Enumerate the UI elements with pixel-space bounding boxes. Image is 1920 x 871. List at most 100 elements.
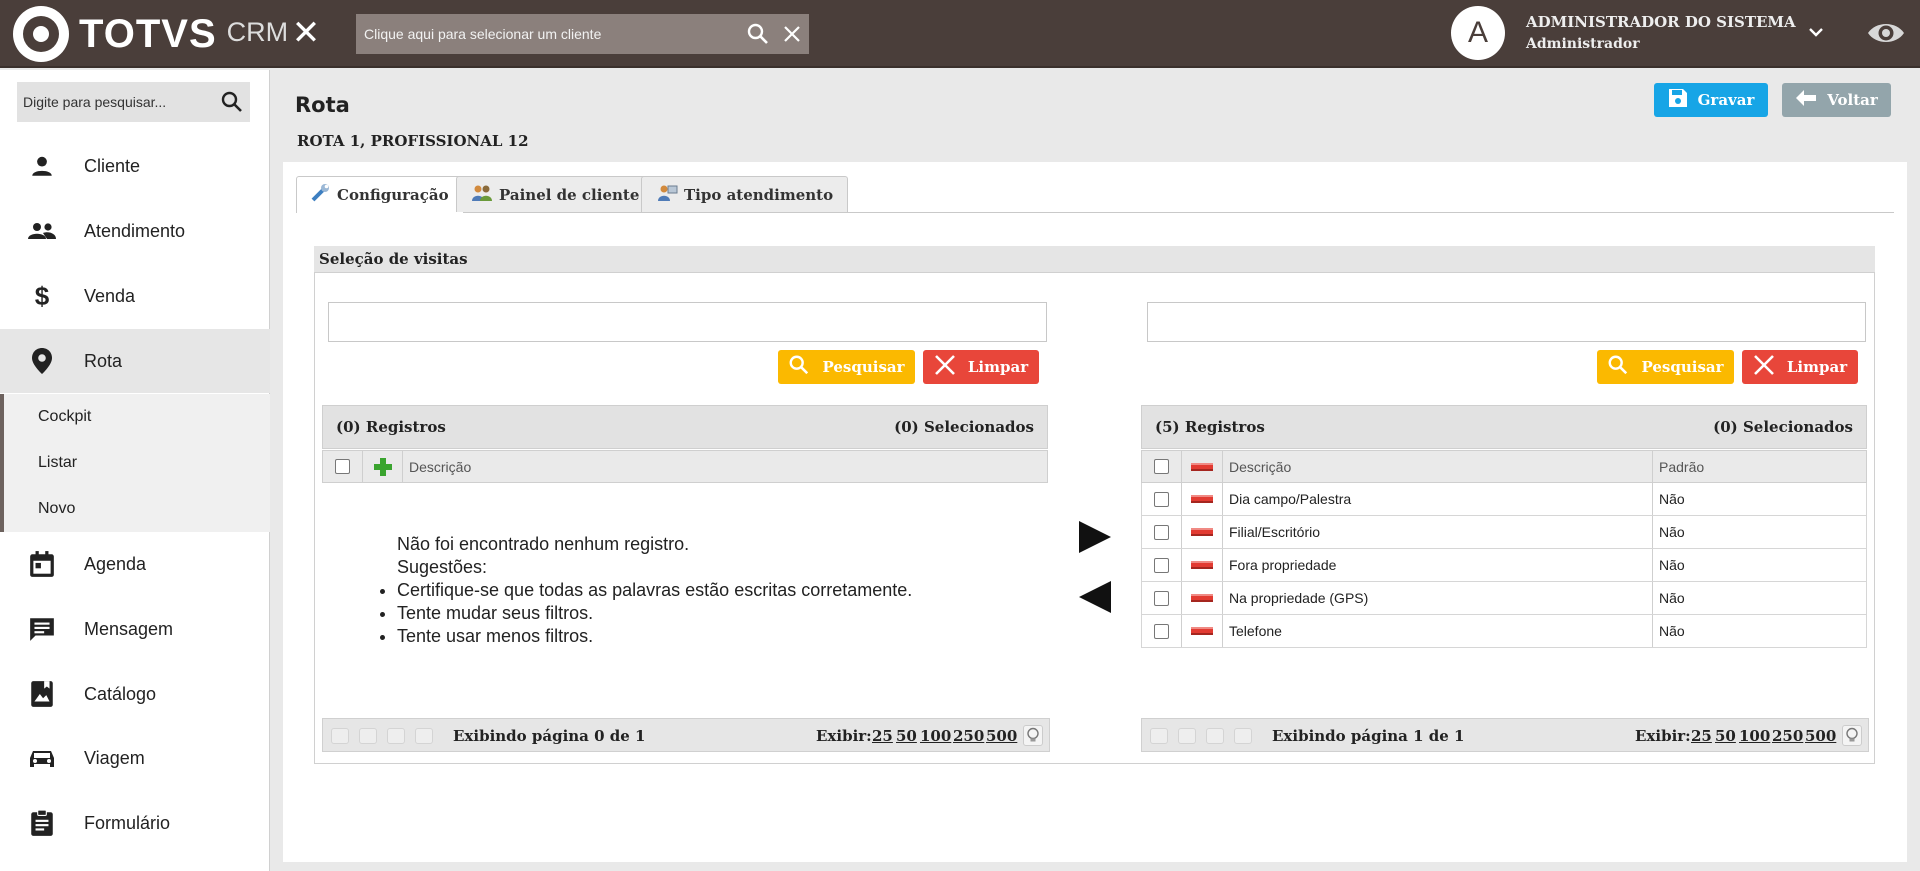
sidebar-item-rota[interactable]: Rota xyxy=(0,329,270,393)
right-search-button[interactable]: Pesquisar xyxy=(1597,350,1734,384)
page-size-25[interactable]: 25 xyxy=(872,727,893,745)
column-descricao[interactable]: Descrição xyxy=(403,451,1049,482)
service-icon xyxy=(656,184,678,206)
left-filter-input[interactable] xyxy=(328,302,1047,342)
sidebar-item-label: Rota xyxy=(84,350,123,371)
table-row[interactable]: Filial/Escritório Não xyxy=(1141,516,1867,549)
row-checkbox[interactable] xyxy=(1154,524,1169,540)
save-icon xyxy=(1668,88,1688,112)
next-page-button[interactable] xyxy=(1206,728,1224,744)
eye-icon[interactable] xyxy=(1866,16,1906,50)
row-checkbox-cell xyxy=(1142,516,1182,548)
right-clear-button[interactable]: Limpar xyxy=(1742,350,1858,384)
message-icon xyxy=(0,616,84,642)
sidebar-item-formulario[interactable]: Formulário xyxy=(0,791,270,855)
top-bar: TOTVS CRM ✕ A ADMINISTRADOR DO SISTEMA A… xyxy=(0,0,1920,68)
dollar-icon: $ xyxy=(34,280,50,311)
column-descricao[interactable]: Descrição xyxy=(1223,451,1653,482)
table-row[interactable]: Fora propriedade Não xyxy=(1141,549,1867,582)
remove-icon[interactable] xyxy=(1191,495,1213,503)
first-page-button[interactable] xyxy=(1150,728,1168,744)
search-icon[interactable] xyxy=(741,14,775,54)
remove-icon[interactable] xyxy=(1191,561,1213,569)
row-padrao: Não xyxy=(1659,524,1685,540)
prev-page-button[interactable] xyxy=(359,728,377,744)
sidebar-item-atendimento[interactable]: Atendimento xyxy=(0,199,270,263)
remove-icon[interactable] xyxy=(1191,528,1213,536)
move-right-arrow-icon[interactable] xyxy=(1078,520,1112,558)
totvs-logo[interactable]: TOTVS CRM xyxy=(13,6,288,62)
table-row[interactable]: Na propriedade (GPS) Não xyxy=(1141,582,1867,615)
table-row[interactable]: Telefone Não xyxy=(1141,615,1867,648)
right-column-header: Descrição Padrão xyxy=(1141,450,1867,483)
page-title: Rota xyxy=(295,93,350,117)
submenu-item-listar[interactable]: Listar xyxy=(38,454,77,472)
page-size-100[interactable]: 100 xyxy=(920,727,951,745)
tab-divider xyxy=(296,212,1894,213)
lightbulb-icon[interactable] xyxy=(1023,725,1043,746)
client-search-box xyxy=(356,14,809,54)
sidebar-item-cliente[interactable]: Cliente xyxy=(0,134,270,198)
right-filter-input[interactable] xyxy=(1147,302,1866,342)
right-grid-header: (5) Registros (0) Selecionados xyxy=(1141,405,1867,449)
move-left-arrow-icon[interactable] xyxy=(1078,580,1112,618)
left-selected-count: (0) Selecionados xyxy=(894,418,1034,436)
suggestion-item: Tente mudar seus filtros. xyxy=(397,602,912,625)
remove-icon[interactable] xyxy=(1191,594,1213,602)
page-size-250[interactable]: 250 xyxy=(953,727,984,745)
sidebar-item-mensagem[interactable]: Mensagem xyxy=(0,597,270,661)
close-menu-icon[interactable]: ✕ xyxy=(290,16,322,50)
row-checkbox[interactable] xyxy=(1154,491,1169,507)
row-remove-cell xyxy=(1182,483,1223,515)
table-row[interactable]: Dia campo/Palestra Não xyxy=(1141,483,1867,516)
sidebar-item-label: Catálogo xyxy=(84,683,157,704)
avatar[interactable]: A xyxy=(1451,6,1505,60)
first-page-button[interactable] xyxy=(331,728,349,744)
next-page-button[interactable] xyxy=(387,728,405,744)
client-search-input[interactable] xyxy=(356,14,741,54)
sidebar-search-input[interactable] xyxy=(17,82,214,122)
remove-all-icon[interactable] xyxy=(1191,462,1213,471)
row-checkbox[interactable] xyxy=(1154,623,1169,639)
page-size-50[interactable]: 50 xyxy=(896,727,917,745)
left-clear-button[interactable]: Limpar xyxy=(923,350,1039,384)
row-checkbox[interactable] xyxy=(1154,557,1169,573)
page-size-50[interactable]: 50 xyxy=(1715,727,1736,745)
close-icon xyxy=(1753,354,1775,380)
page-size-25[interactable]: 25 xyxy=(1691,727,1712,745)
submenu-item-novo[interactable]: Novo xyxy=(38,500,75,518)
add-all-icon[interactable] xyxy=(373,457,393,477)
search-icon[interactable] xyxy=(214,90,250,114)
submenu-item-cockpit[interactable]: Cockpit xyxy=(38,408,91,426)
page-size-500[interactable]: 500 xyxy=(986,727,1017,745)
column-padrao[interactable]: Padrão xyxy=(1653,451,1868,482)
tab-configuracao[interactable]: Configuração xyxy=(296,176,464,213)
clear-client-icon[interactable] xyxy=(775,14,809,54)
sidebar-item-catalogo[interactable]: Catálogo xyxy=(0,662,270,726)
chevron-down-icon[interactable] xyxy=(1804,20,1828,44)
sidebar-item-viagem[interactable]: Viagem xyxy=(0,726,270,790)
select-all-checkbox[interactable] xyxy=(1154,459,1169,474)
select-all-checkbox[interactable] xyxy=(335,459,350,474)
save-button[interactable]: Gravar xyxy=(1654,83,1768,117)
sidebar-item-agenda[interactable]: Agenda xyxy=(0,532,270,596)
pager-exibir-label: Exibir: xyxy=(816,727,872,745)
page-size-250[interactable]: 250 xyxy=(1772,727,1803,745)
user-name: ADMINISTRADOR DO SISTEMA xyxy=(1526,13,1796,31)
page-size-100[interactable]: 100 xyxy=(1739,727,1770,745)
last-page-button[interactable] xyxy=(1234,728,1252,744)
row-checkbox[interactable] xyxy=(1154,590,1169,606)
prev-page-button[interactable] xyxy=(1178,728,1196,744)
left-search-button[interactable]: Pesquisar xyxy=(778,350,915,384)
suggestions-list: Certifique-se que todas as palavras estã… xyxy=(377,579,912,648)
remove-icon[interactable] xyxy=(1191,627,1213,635)
sidebar-item-venda[interactable]: $ Venda xyxy=(0,264,270,328)
tab-painel-cliente[interactable]: Painel de cliente xyxy=(456,176,655,212)
arrow-left-icon xyxy=(1795,89,1817,111)
last-page-button[interactable] xyxy=(415,728,433,744)
back-button[interactable]: Voltar xyxy=(1782,83,1891,117)
tab-tipo-atendimento[interactable]: Tipo atendimento xyxy=(641,176,849,212)
lightbulb-icon[interactable] xyxy=(1842,725,1862,746)
row-checkbox-cell xyxy=(1142,582,1182,614)
page-size-500[interactable]: 500 xyxy=(1805,727,1836,745)
